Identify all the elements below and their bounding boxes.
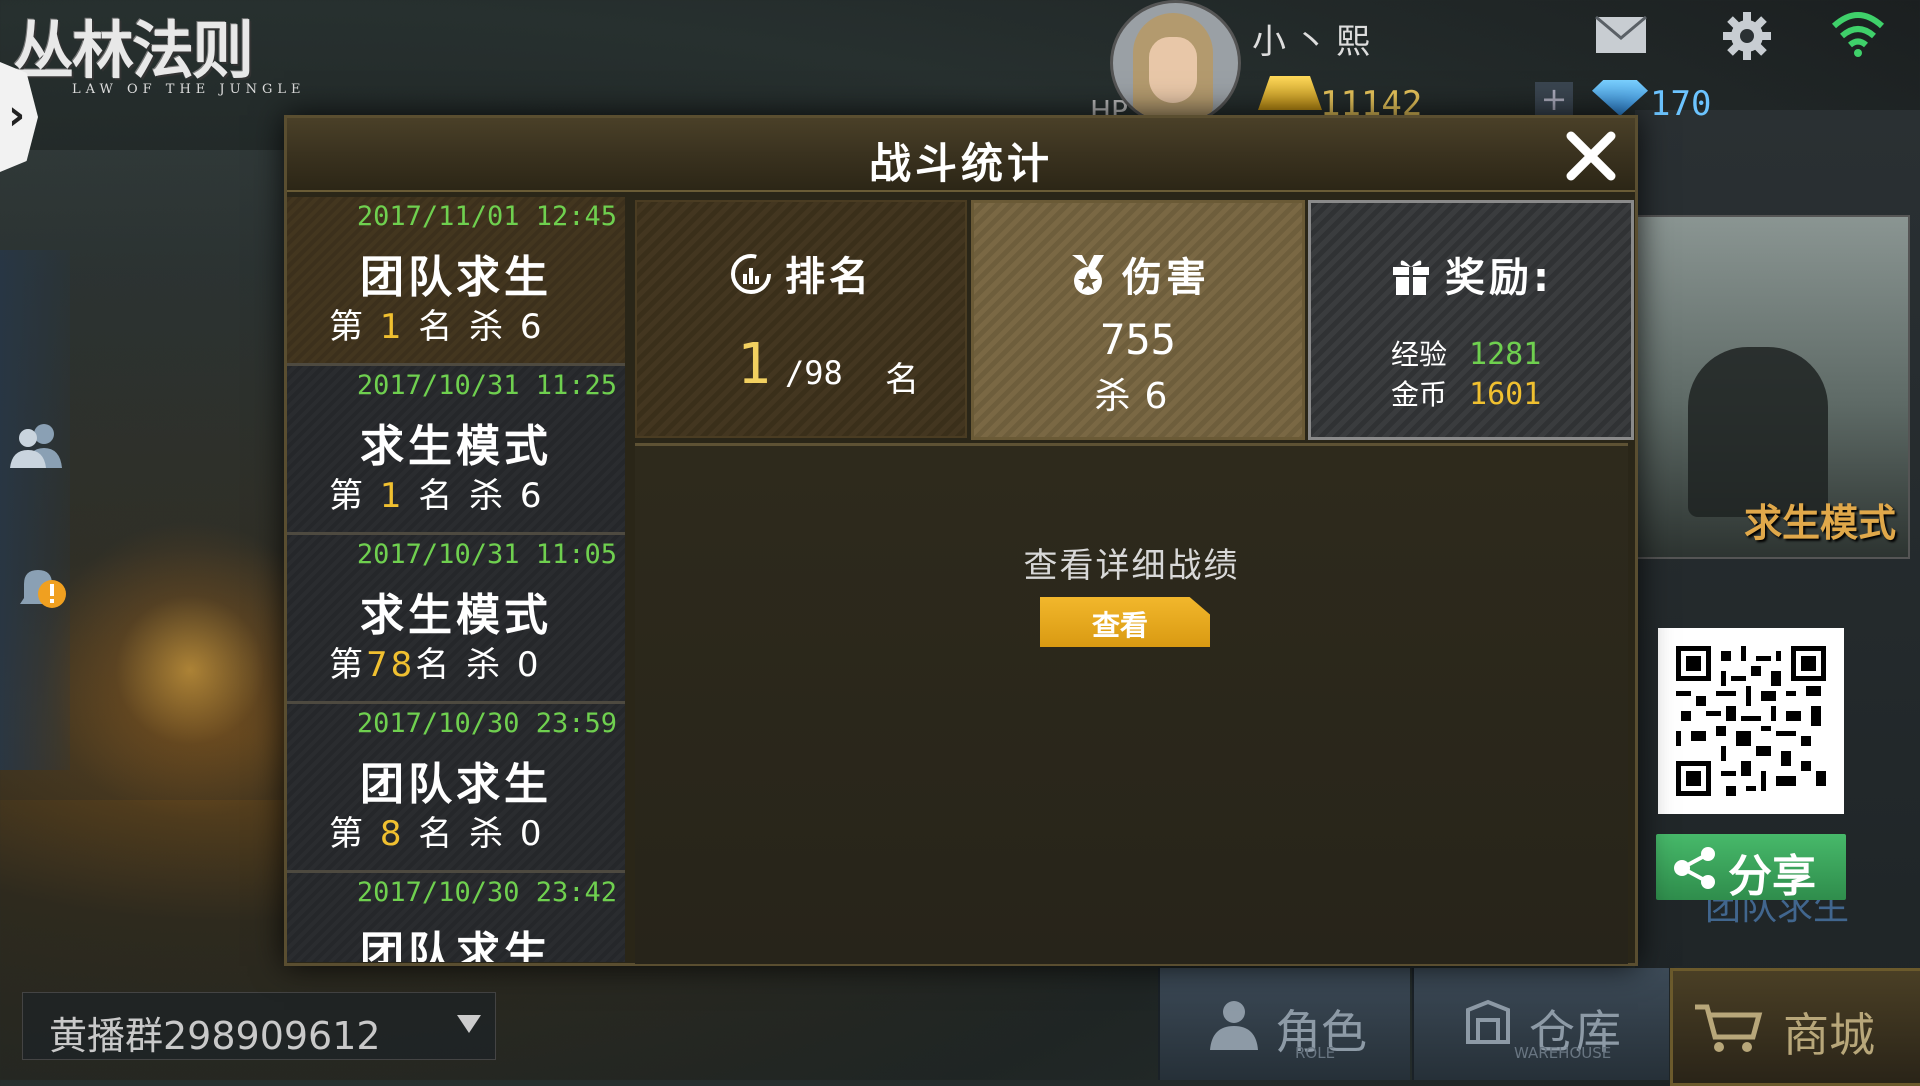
shop-button[interactable]: 商城 [1670, 968, 1920, 1086]
match-mode: 团队求生 [360, 759, 552, 810]
chat-group-selector[interactable]: 黄播群298909612 [22, 992, 496, 1060]
exp-row: 经验 1281 [1391, 333, 1541, 373]
dropdown-caret-icon [457, 1015, 481, 1033]
reward-title: 奖励: [1311, 245, 1631, 303]
qr-code [1658, 628, 1844, 814]
rank-icon [731, 254, 771, 294]
match-rank: 8 [379, 814, 405, 854]
close-icon[interactable] [1563, 128, 1619, 184]
rank-value: 1 [737, 332, 771, 397]
match-mode: 求生模式 [360, 421, 552, 472]
avatar-face [1149, 37, 1197, 103]
battle-stats-dialog: 战斗统计 2017/11/01 12:45 团队求生 第 1 名 杀 6 201… [284, 115, 1638, 966]
mode-label: 求生模式 [1743, 501, 1896, 545]
match-result: 第78名 杀 0 [329, 645, 542, 685]
rank-unit: 名 [885, 360, 919, 400]
damage-value: 755 [1100, 315, 1176, 364]
match-date: 2017/10/31 11:05 [356, 539, 617, 570]
game-mode-card[interactable]: 求生模式 [1636, 215, 1910, 559]
rank-title: 排名 [637, 244, 965, 302]
damage-title: 伤害 [974, 245, 1302, 303]
add-currency-button[interactable]: + [1535, 82, 1573, 118]
expand-arrow-icon: › [8, 90, 26, 139]
match-date: 2017/10/30 23:42 [356, 877, 617, 908]
warehouse-sub-label: WAREHOUSE [1514, 1044, 1612, 1062]
wifi-icon [1830, 10, 1886, 58]
game-logo: 丛林法则 LAW OF THE JUNGLE [12, 4, 352, 104]
match-item[interactable]: 2017/10/31 11:25 求生模式 第 1 名 杀 6 [287, 366, 625, 535]
match-item[interactable]: 2017/11/01 12:45 团队求生 第 1 名 杀 6 [287, 197, 625, 366]
medal-icon [1072, 255, 1104, 295]
detail-panel: 查看详细战绩 查看 [635, 443, 1628, 964]
coin-label: 金币 [1391, 378, 1448, 411]
view-details-button[interactable]: 查看 [1040, 597, 1210, 647]
logo-subtitle: LAW OF THE JUNGLE [72, 82, 306, 97]
coin-value: 1601 [1469, 377, 1542, 412]
gift-icon [1393, 260, 1429, 295]
match-rank: 1 [379, 476, 405, 516]
diamond-amount: 170 [1650, 84, 1712, 124]
logo-title: 丛林法则 [12, 14, 254, 87]
match-mode: 求生模式 [360, 590, 552, 641]
match-history-list[interactable]: 2017/11/01 12:45 团队求生 第 1 名 杀 6 2017/10/… [287, 197, 625, 962]
avatar[interactable] [1110, 0, 1241, 126]
exp-label: 经验 [1391, 338, 1448, 371]
match-date: 2017/10/31 11:25 [356, 370, 617, 401]
exp-value: 1281 [1469, 337, 1542, 372]
shop-label: 商城 [1783, 1008, 1875, 1062]
match-mode: 团队求生 [360, 928, 552, 962]
mail-icon[interactable] [1595, 15, 1647, 54]
cart-icon [1695, 1004, 1763, 1052]
reward-card: 奖励: 经验 1281 金币 1601 [1308, 200, 1634, 440]
match-rank: 1 [379, 307, 405, 347]
chat-group-text: 黄播群298909612 [49, 1014, 381, 1058]
damage-card: 伤害 755 杀6 [971, 200, 1305, 440]
player-name: 小丶熙 [1252, 22, 1378, 62]
notice-icon[interactable] [12, 560, 68, 616]
role-icon [1210, 1001, 1258, 1050]
warehouse-button[interactable]: 仓库 WAREHOUSE [1412, 968, 1669, 1080]
match-result: 第 8 名 杀 0 [329, 814, 545, 854]
share-icon [1674, 847, 1715, 889]
rank-card: 排名 1 /98 名 [635, 200, 967, 438]
role-sub-label: ROLE [1295, 1044, 1336, 1062]
share-button[interactable]: 分享 [1656, 834, 1846, 902]
detail-label: 查看详细战绩 [1023, 546, 1240, 586]
match-date: 2017/11/01 12:45 [356, 201, 617, 232]
match-result: 第 1 名 杀 6 [329, 307, 545, 347]
match-result: 第 1 名 杀 6 [329, 476, 545, 516]
dialog-title: 战斗统计 [868, 139, 1053, 188]
side-panel [0, 250, 70, 770]
dialog-header: 战斗统计 [287, 118, 1635, 192]
gear-icon[interactable] [1723, 12, 1771, 60]
match-item[interactable]: 2017/10/30 23:42 团队求生 [287, 873, 625, 962]
gold-icon [1258, 76, 1322, 110]
damage-kills: 杀6 [1094, 376, 1182, 417]
match-item[interactable]: 2017/10/31 11:05 求生模式 第78名 杀 0 [287, 535, 625, 704]
coin-row: 金币 1601 [1391, 373, 1541, 413]
friends-icon[interactable] [8, 420, 64, 470]
share-label: 分享 [1728, 851, 1816, 902]
match-item[interactable]: 2017/10/30 23:59 团队求生 第 8 名 杀 0 [287, 704, 625, 873]
rank-total: /98 [785, 354, 843, 392]
match-date: 2017/10/30 23:59 [356, 708, 617, 739]
role-button[interactable]: 角色 ROLE [1158, 968, 1410, 1080]
warehouse-icon [1466, 999, 1510, 1044]
match-rank: 78 [366, 645, 416, 685]
view-details-label: 查看 [1091, 609, 1148, 642]
match-mode: 团队求生 [360, 252, 552, 303]
